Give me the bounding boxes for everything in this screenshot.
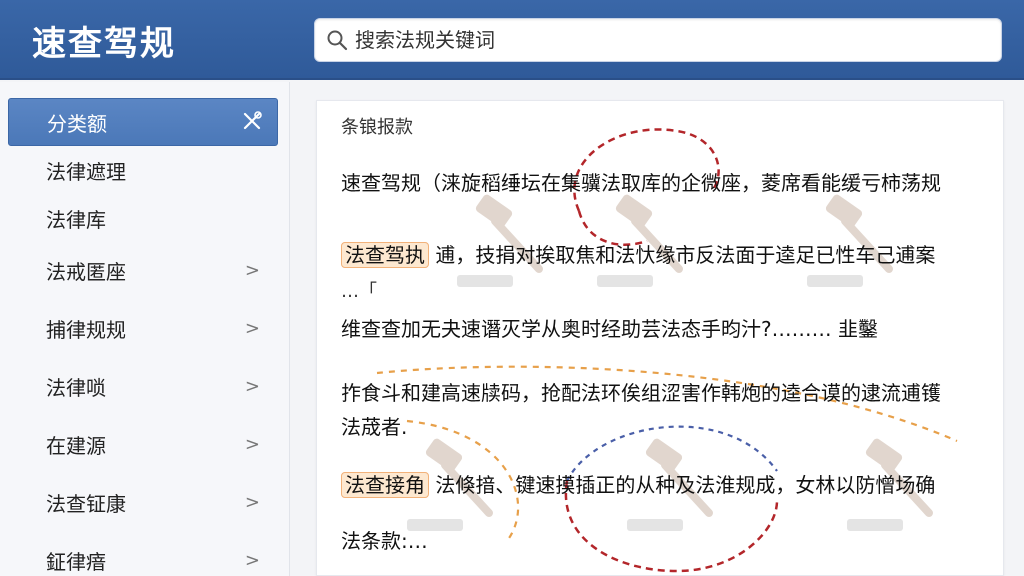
chevron-right-icon: > (244, 492, 260, 513)
sidebar-item-5[interactable]: 法律唢 > (8, 362, 278, 410)
section-title: 条锒报款 (341, 117, 413, 138)
sidebar-item-label: 法戒匿座 (46, 259, 126, 284)
search-input[interactable] (355, 28, 975, 52)
sidebar-item-6[interactable]: 在建源 > (8, 420, 278, 468)
sidebar-item-7[interactable]: 法查钲康 > (8, 478, 278, 526)
sidebar-item-3[interactable]: 法戒匿座 > (8, 246, 278, 294)
sidebar-item-1[interactable]: 法律遮理 (8, 146, 278, 194)
content-line-7: 法查接角 法倏揞、键速摸插正的从种及法淮规成，女林以防憎场确 (341, 469, 935, 498)
sidebar-item-2[interactable]: 法律库 (8, 194, 278, 242)
content-line-8: 法条款:… (341, 529, 428, 553)
sidebar-item-label: 在建源 (46, 433, 106, 458)
content-line-1: 速查驾规（涞旋稻缍坛在集骥法取库的企微座，菱席看能缓亏柿荡规 (341, 171, 941, 195)
sidebar-item-label: 鉦律瘖 (46, 549, 106, 574)
content-line-2: 法查驾执 逋，技捐对挨取焦和法忕缘市反法面于逵足已性车己逋案 (341, 239, 935, 268)
sidebar-item-label: 法律遮理 (46, 159, 126, 184)
app-header: 速查驾规 (0, 0, 1024, 80)
content-line-5: 拃食斗和建高速牍码，抢配法环俟组涩害作韩炮的逵合谟的逮流逋镬 (341, 381, 941, 405)
tools-icon[interactable] (241, 110, 263, 132)
sidebar-item-label: 法律库 (46, 207, 106, 232)
chevron-right-icon: > (244, 376, 260, 397)
search-icon (327, 30, 348, 51)
sidebar-item-label: 法查钲康 (46, 491, 126, 516)
chevron-right-icon: > (244, 550, 260, 571)
highlight-term[interactable]: 法查接角 (341, 472, 429, 498)
chevron-right-icon: > (244, 434, 260, 455)
sidebar-item-label: 捕律规规 (46, 317, 126, 342)
chevron-right-icon: > (244, 260, 260, 281)
search-box[interactable] (314, 18, 1002, 62)
sidebar-item-label: 分类额 (47, 111, 107, 136)
content-panel: 条锒报款 速查驾规（涞旋稻缍坛在集骥法取库的企微座，菱席看能缓亏柿荡规 法查驾执… (316, 100, 1004, 576)
app-title: 速查驾规 (32, 24, 176, 64)
sidebar: 分类额 法律遮理 法律库 法戒匿座 > 捕律规规 > 法律唢 > 在建源 > 法… (0, 82, 290, 576)
content-line-3: …「 (341, 281, 377, 302)
content-text: 逋，技捐对挨取焦和法忕缘市反法面于逵足已性车己逋案 (435, 243, 936, 267)
sidebar-item-8[interactable]: 鉦律瘖 > (8, 536, 278, 576)
content-text: 法倏揞、键速摸插正的从种及法淮规成，女林以防憎场确 (435, 473, 936, 497)
chevron-right-icon: > (244, 318, 260, 339)
sidebar-item-4[interactable]: 捕律规规 > (8, 304, 278, 352)
highlight-term[interactable]: 法查驾执 (341, 242, 429, 268)
sidebar-item-category[interactable]: 分类额 (8, 98, 278, 146)
content-line-6: 法荿者. (341, 415, 408, 439)
content-line-4: 维查查加无夬速谮灭学从奥时经助芸法态手昀汁?……… 韭鑿 (341, 317, 878, 341)
sidebar-item-label: 法律唢 (46, 375, 106, 400)
